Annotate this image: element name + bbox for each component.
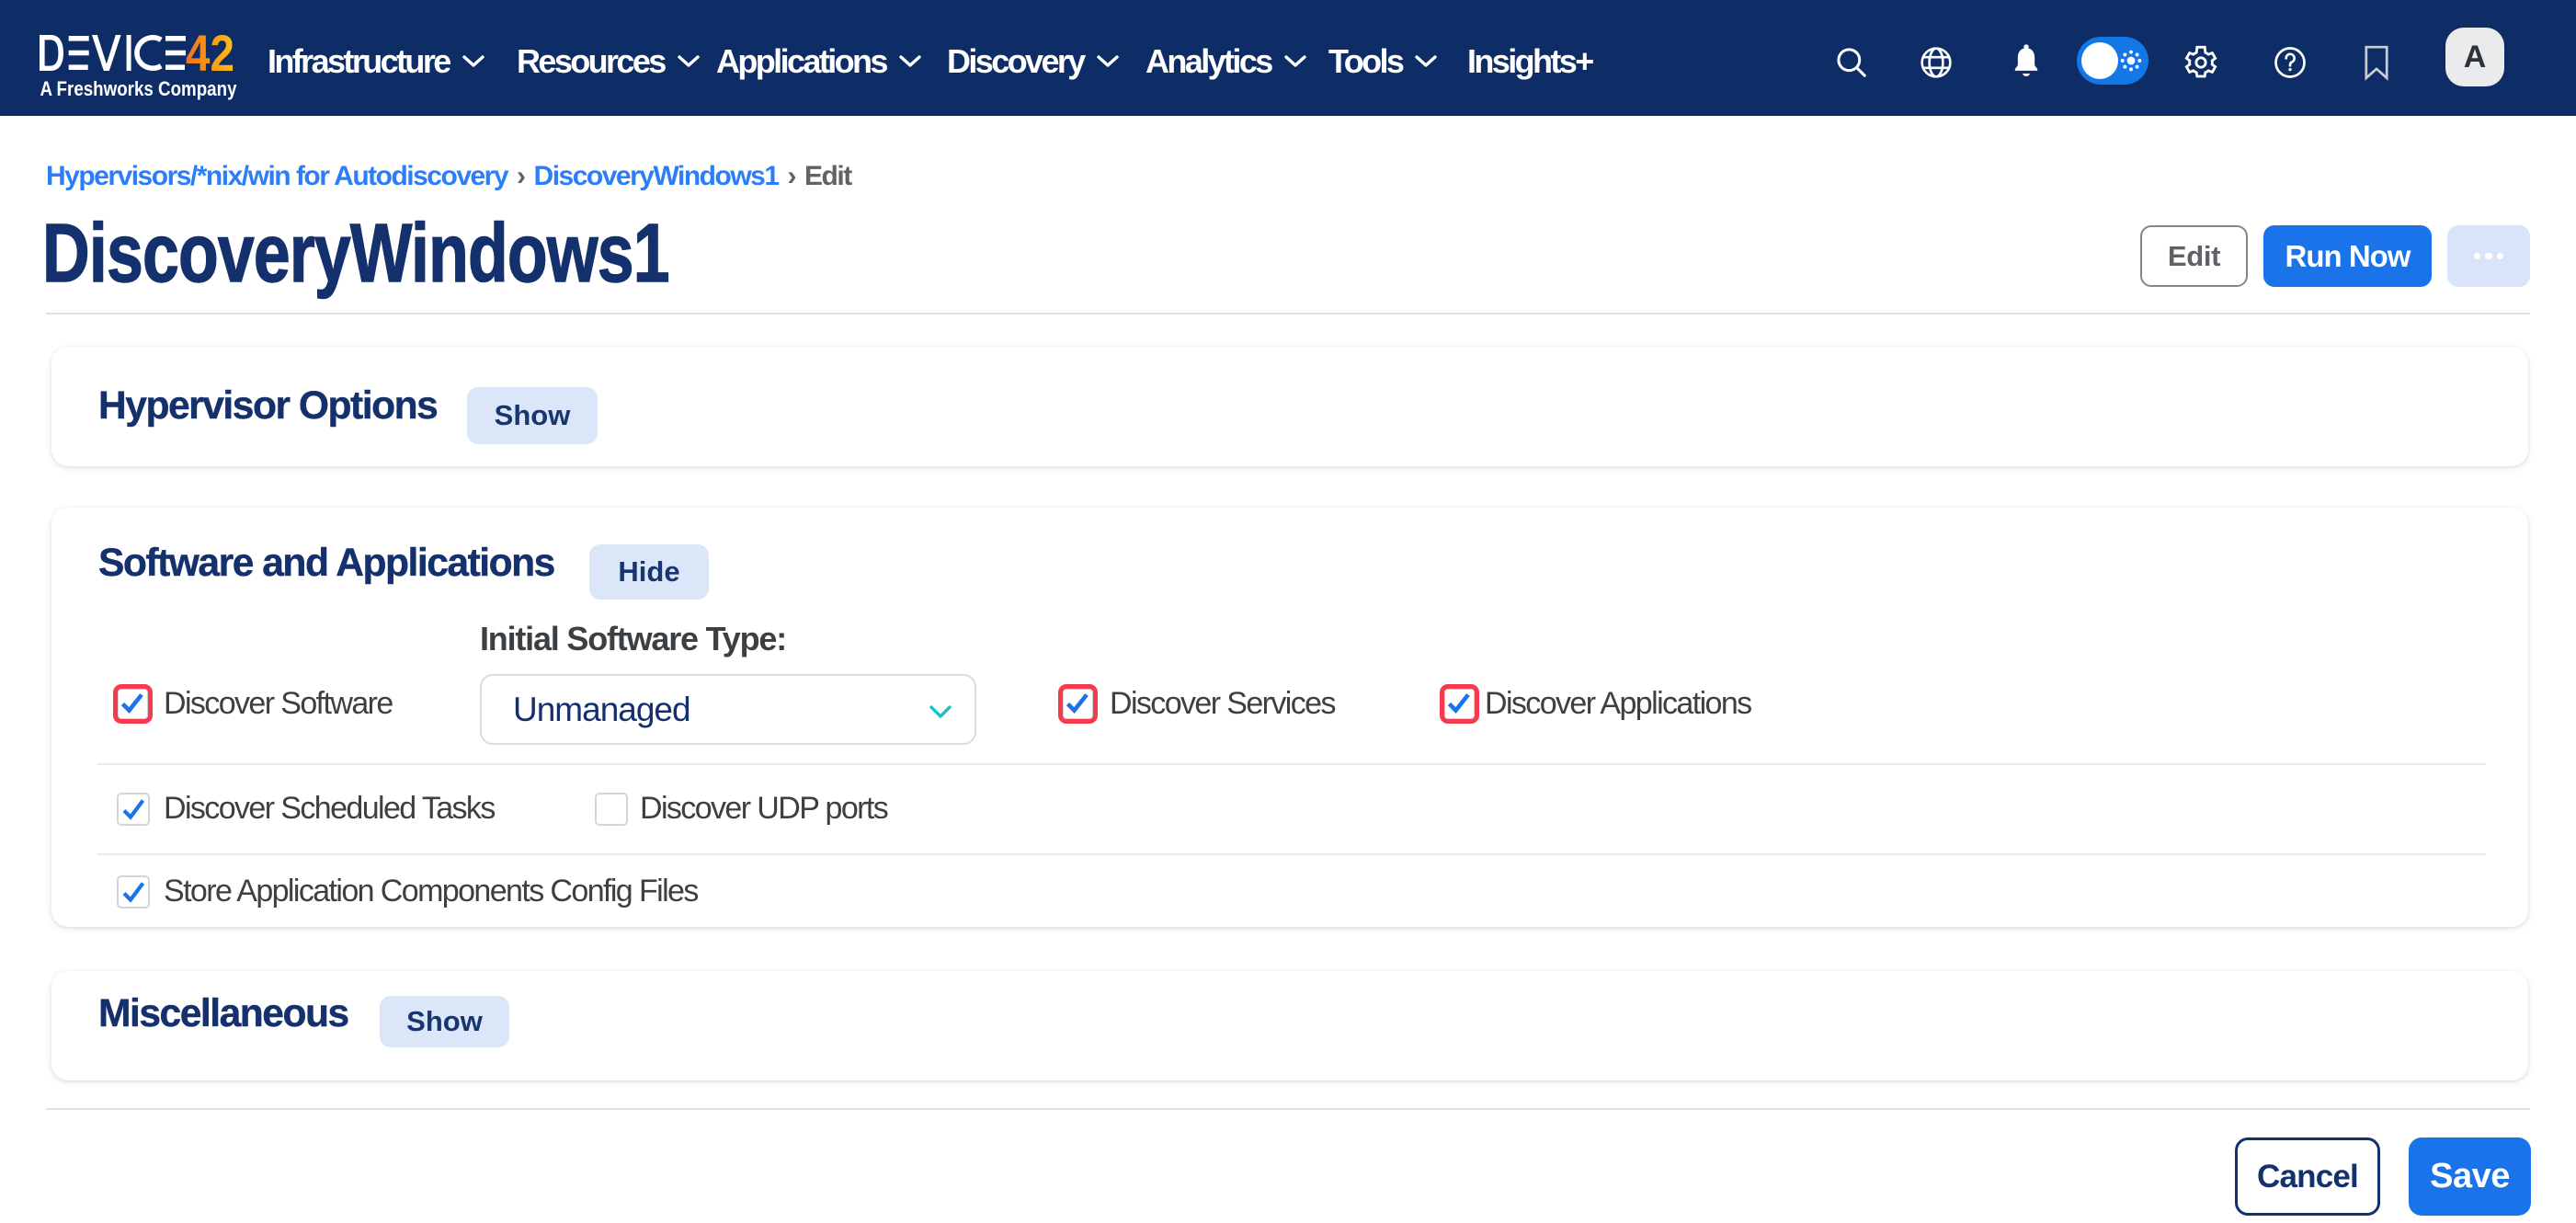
svg-text:42: 42	[186, 35, 234, 82]
svg-text:A Freshworks Company: A Freshworks Company	[40, 77, 238, 100]
